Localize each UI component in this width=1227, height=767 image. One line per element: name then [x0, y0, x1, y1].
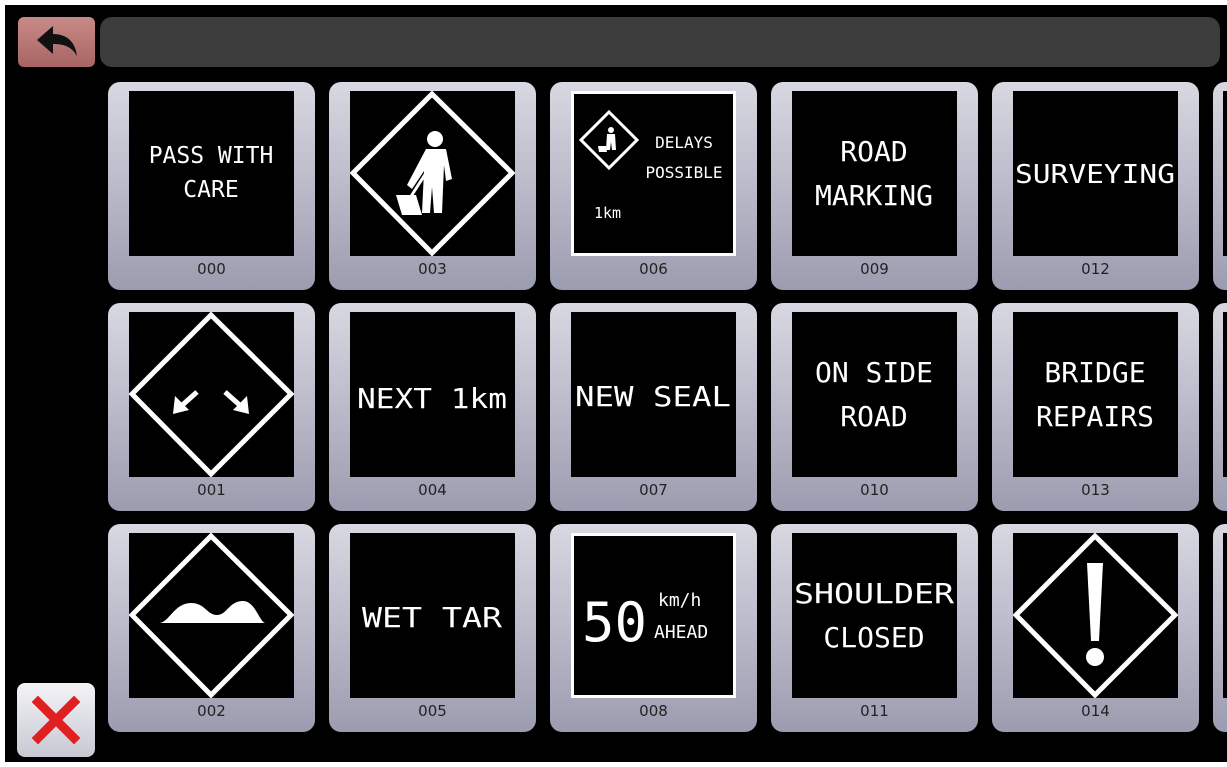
sign-tile-008[interactable]: 50 km/h AHEAD 008 [550, 524, 757, 732]
sign-tile-014[interactable]: 014 [992, 524, 1199, 732]
sign-code: 010 [860, 481, 889, 499]
sign-line-1: NEXT 1km [357, 382, 507, 415]
sign-code: 002 [197, 702, 226, 720]
sign-line-1: ROAD [840, 135, 907, 168]
sign-face: SURVEYING [1013, 91, 1178, 256]
exclamation-warning-icon [1013, 533, 1178, 698]
sign-tile-013[interactable]: BRIDGE REPAIRS 013 [992, 303, 1199, 511]
sign-code: 012 [1081, 260, 1110, 278]
sign-selection-screen: PASS WITH CARE 000 003 DELAYS POSSIBLE 1… [5, 5, 1227, 762]
back-button[interactable] [18, 17, 95, 67]
sign-line-2: CLOSED [823, 621, 924, 654]
back-arrow-icon [36, 26, 77, 56]
sign-face [129, 312, 294, 477]
sign-code: 001 [197, 481, 226, 499]
sign-face: BRIDGE REPAIRS [1013, 312, 1178, 477]
sign-code: 009 [860, 260, 889, 278]
sign-line-1: PASS WITH [149, 143, 274, 169]
sign-code: 008 [639, 702, 668, 720]
sign-line-1: WET TAR [362, 601, 502, 634]
close-x-icon [32, 696, 80, 744]
sign-line-2: REPAIRS [1036, 400, 1154, 433]
sign-tile-004[interactable]: NEXT 1km 004 [329, 303, 536, 511]
sign-face [1223, 91, 1227, 256]
roadwork-worker-icon [350, 91, 515, 256]
sign-line-1: ON SIDE [815, 356, 933, 389]
sign-tile-002[interactable]: 002 [108, 524, 315, 732]
sign-face: ROAD MARKING [792, 91, 957, 256]
sign-code: 006 [639, 260, 668, 278]
sign-line-1: BRIDGE [1044, 356, 1145, 389]
sign-face: DELAYS POSSIBLE 1km [571, 91, 736, 256]
sign-tile-partial[interactable] [1213, 82, 1227, 290]
sign-line-2: ROAD [840, 400, 907, 433]
sign-face: PASS WITH CARE [129, 91, 294, 256]
sign-face [129, 533, 294, 698]
sign-face [1223, 533, 1227, 698]
sign-tile-003[interactable]: 003 [329, 82, 536, 290]
sign-line-1: SURVEYING [1015, 160, 1175, 190]
road-bumps-icon [129, 533, 294, 698]
sign-tile-005[interactable]: WET TAR 005 [329, 524, 536, 732]
sign-tile-000[interactable]: PASS WITH CARE 000 [108, 82, 315, 290]
sign-tile-011[interactable]: SHOULDER CLOSED 011 [771, 524, 978, 732]
sign-tile-partial[interactable] [1213, 303, 1227, 511]
speed-label: AHEAD [654, 622, 708, 643]
sign-face [350, 91, 515, 256]
sign-tile-partial[interactable] [1213, 524, 1227, 732]
sign-face [1223, 312, 1227, 477]
sign-tile-007[interactable]: NEW SEAL 007 [550, 303, 757, 511]
sign-tile-009[interactable]: ROAD MARKING 009 [771, 82, 978, 290]
sign-face: SHOULDER CLOSED [792, 533, 957, 698]
sign-line-2: POSSIBLE [645, 163, 722, 182]
sign-face: NEW SEAL [571, 312, 736, 477]
sign-code: 013 [1081, 481, 1110, 499]
speed-value: 50 [582, 591, 647, 654]
sign-face: ON SIDE ROAD [792, 312, 957, 477]
sign-line-1: NEW SEAL [575, 380, 731, 413]
close-button[interactable] [17, 683, 95, 757]
sign-code: 007 [639, 481, 668, 499]
sign-line-1: DELAYS [655, 133, 713, 152]
sign-tile-010[interactable]: ON SIDE ROAD 010 [771, 303, 978, 511]
title-bar [100, 17, 1220, 67]
sign-tile-001[interactable]: 001 [108, 303, 315, 511]
sign-code: 014 [1081, 702, 1110, 720]
sign-face: WET TAR [350, 533, 515, 698]
sign-code: 005 [418, 702, 447, 720]
sign-code: 011 [860, 702, 889, 720]
sign-face: 50 km/h AHEAD [571, 533, 736, 698]
diverging-arrows-icon [129, 312, 294, 477]
sign-tile-006[interactable]: DELAYS POSSIBLE 1km 006 [550, 82, 757, 290]
sign-line-1: SHOULDER [794, 577, 954, 610]
sign-code: 004 [418, 481, 447, 499]
sign-line-2: MARKING [815, 179, 933, 212]
sign-code: 003 [418, 260, 447, 278]
sign-face [1013, 533, 1178, 698]
sign-tile-012[interactable]: SURVEYING 012 [992, 82, 1199, 290]
sign-line-2: CARE [183, 177, 238, 203]
sign-face: NEXT 1km [350, 312, 515, 477]
sign-code: 000 [197, 260, 226, 278]
sign-line-3: 1km [594, 204, 621, 222]
speed-unit: km/h [658, 590, 701, 611]
